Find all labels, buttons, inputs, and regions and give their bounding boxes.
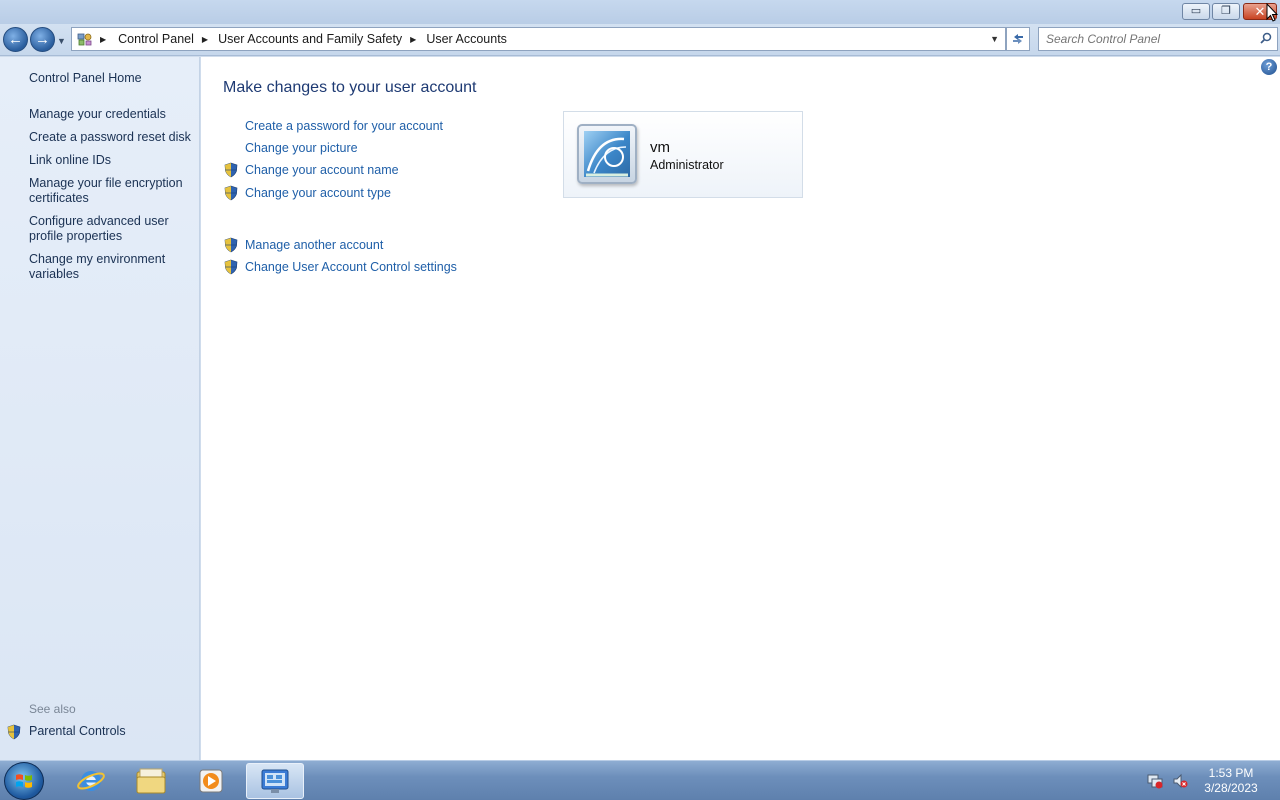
taskbar-internet-explorer[interactable]: [62, 763, 120, 799]
refresh-button[interactable]: [1006, 27, 1030, 51]
search-box[interactable]: [1038, 27, 1278, 51]
search-input[interactable]: [1039, 28, 1249, 50]
back-button[interactable]: ←: [3, 27, 28, 52]
refresh-icon: [1013, 34, 1023, 44]
configure-profile-properties-link[interactable]: Configure advanced user profile properti…: [29, 214, 194, 244]
breadcrumb-control-panel[interactable]: Control Panel: [118, 32, 194, 46]
clock-date: 3/28/2023: [1204, 781, 1258, 795]
control-panel-home-link[interactable]: Control Panel Home: [29, 71, 194, 86]
control-panel-icon: [261, 769, 289, 793]
breadcrumb-arrow-icon[interactable]: ▶: [202, 35, 208, 44]
manage-another-account-link[interactable]: Manage another account: [245, 238, 383, 252]
windows-logo-icon: [5, 763, 43, 799]
restore-button[interactable]: ❐: [1212, 3, 1240, 20]
help-button[interactable]: ?: [1261, 59, 1277, 75]
taskbar-windows-explorer[interactable]: [122, 763, 180, 799]
media-player-icon: [199, 769, 223, 793]
breadcrumb-user-accounts[interactable]: User Accounts: [426, 32, 507, 46]
search-icon[interactable]: [1260, 32, 1272, 47]
clock-time: 1:53 PM: [1208, 766, 1254, 780]
change-account-type-link[interactable]: Change your account type: [245, 186, 391, 200]
control-panel-icon: [76, 32, 94, 46]
shield-icon: [223, 259, 239, 278]
create-password-link[interactable]: Create a password for your account: [245, 119, 443, 133]
left-task-pane: Control Panel Home Manage your credentia…: [0, 57, 200, 760]
volume-muted-icon[interactable]: [1172, 773, 1188, 792]
manage-encryption-certificates-link[interactable]: Manage your file encryption certificates: [29, 176, 194, 206]
folder-icon: [136, 768, 166, 794]
taskbar-media-player[interactable]: [182, 763, 240, 799]
change-uac-settings-link[interactable]: Change User Account Control settings: [245, 260, 457, 274]
start-button[interactable]: [4, 762, 44, 800]
taskbar-control-panel[interactable]: [246, 763, 304, 799]
user-picture-icon: [584, 131, 630, 177]
user-role: Administrator: [650, 158, 724, 172]
forward-arrow-icon: →: [35, 31, 50, 48]
avatar[interactable]: [577, 124, 637, 184]
page-title: Make changes to your user account: [223, 79, 477, 96]
user-name: vm: [650, 139, 670, 156]
change-account-name-link[interactable]: Change your account name: [245, 163, 399, 177]
forward-button[interactable]: →: [30, 27, 55, 52]
change-environment-variables-link[interactable]: Change my environment variables: [29, 252, 194, 282]
user-account-tile: vm Administrator: [563, 111, 803, 198]
minimize-icon: ▭: [1190, 5, 1202, 17]
back-arrow-icon: ←: [8, 31, 23, 48]
mouse-cursor-icon: [1266, 2, 1279, 25]
manage-credentials-link[interactable]: Manage your credentials: [29, 107, 194, 122]
shield-icon: [223, 185, 239, 204]
change-picture-link[interactable]: Change your picture: [245, 141, 358, 155]
address-history-dropdown-icon[interactable]: ▼: [990, 34, 999, 44]
create-password-reset-disk-link[interactable]: Create a password reset disk: [29, 130, 194, 145]
navigation-bar: ← → ▼ ▶ Control Panel ▶ User Accounts an…: [0, 24, 1280, 56]
help-icon: ?: [1265, 61, 1273, 73]
title-bar: ▭ ❐ ✕: [0, 0, 1280, 24]
link-online-ids-link[interactable]: Link online IDs: [29, 153, 194, 168]
internet-explorer-icon: [77, 771, 105, 791]
minimize-button[interactable]: ▭: [1182, 3, 1210, 20]
breadcrumb-user-accounts-family-safety[interactable]: User Accounts and Family Safety: [218, 32, 402, 46]
network-icon[interactable]: [1147, 773, 1163, 792]
breadcrumb-arrow-icon[interactable]: ▶: [410, 35, 416, 44]
breadcrumb-arrow-icon[interactable]: ▶: [100, 35, 106, 44]
see-also-heading: See also: [29, 702, 76, 716]
shield-icon: [223, 162, 239, 181]
system-clock[interactable]: 1:53 PM 3/28/2023: [1196, 766, 1266, 796]
main-content: ? Make changes to your user account Crea…: [201, 57, 1280, 760]
parental-controls-link[interactable]: Parental Controls: [29, 724, 126, 738]
shield-icon: [6, 724, 22, 743]
address-bar[interactable]: ▶ Control Panel ▶ User Accounts and Fami…: [71, 27, 1006, 51]
taskbar: 1:53 PM 3/28/2023: [0, 760, 1280, 800]
recent-pages-dropdown-icon[interactable]: ▼: [57, 36, 66, 46]
restore-icon: ❐: [1221, 5, 1231, 17]
shield-icon: [223, 237, 239, 256]
